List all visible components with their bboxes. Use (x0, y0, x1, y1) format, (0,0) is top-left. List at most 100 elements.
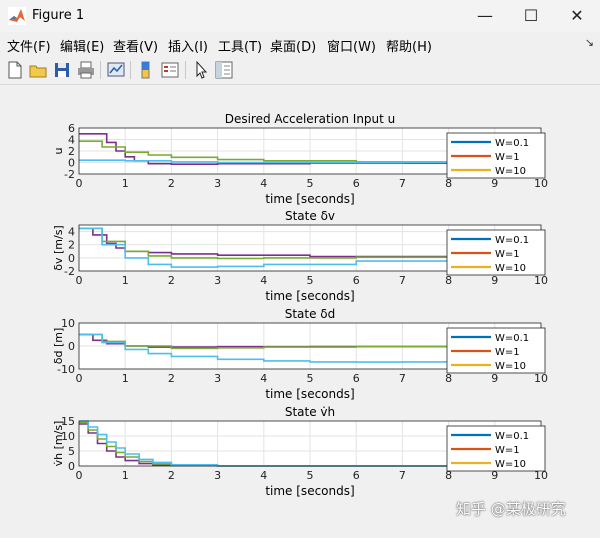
x-tick-label: 5 (307, 372, 314, 385)
menu-edit[interactable]: 编辑(E) (60, 36, 104, 55)
x-tick-label: 9 (491, 274, 498, 287)
matlab-icon (8, 7, 26, 25)
x-tick-label: 7 (399, 274, 406, 287)
menu-desktop[interactable]: 桌面(D) (270, 36, 316, 55)
x-tick-label: 1 (122, 274, 129, 287)
y-tick-label: 0 (68, 460, 75, 473)
x-tick-label: 5 (307, 274, 314, 287)
x-tick-label: 1 (122, 469, 129, 482)
legend-icon[interactable] (159, 59, 181, 81)
x-tick-label: 5 (307, 469, 314, 482)
x-tick-label: 6 (353, 177, 360, 190)
legend-entry: W=1 (495, 249, 520, 260)
x-tick-label: 4 (260, 372, 267, 385)
close-button[interactable]: ✕ (554, 0, 600, 32)
dock-arrow-icon[interactable]: ↘ (585, 36, 594, 49)
x-tick-label: 0 (76, 469, 83, 482)
plot-title: Desired Acceleration Input u (225, 112, 396, 126)
x-tick-label: 3 (214, 469, 221, 482)
y-axis-label: v̇h [m/s] (52, 421, 65, 467)
menu-view[interactable]: 查看(V) (113, 36, 158, 55)
maximize-button[interactable]: ☐ (508, 0, 554, 32)
legend-entry: W=1 (495, 347, 520, 358)
new-figure-icon[interactable] (4, 59, 26, 81)
x-tick-label: 1 (122, 177, 129, 190)
x-tick-label: 10 (534, 177, 548, 190)
x-axis-label: time [seconds] (265, 192, 354, 206)
pointer-icon[interactable] (190, 59, 212, 81)
legend-entry: W=0.1 (495, 235, 529, 246)
y-tick-label: -2 (64, 265, 75, 278)
print-icon[interactable] (75, 59, 97, 81)
link-plot-icon[interactable] (105, 59, 127, 81)
subplot-3[interactable]: 0 1 2 3 4 5 6 7 8 9 10100-10State δdtime [seconds]… (52, 307, 548, 401)
y-axis-label: δv [m/s] (52, 225, 65, 270)
menu-help[interactable]: 帮助(H) (386, 36, 432, 55)
x-tick-label: 8 (445, 274, 452, 287)
x-tick-label: 1 (122, 372, 129, 385)
x-axis-label: time [seconds] (265, 387, 354, 401)
legend-entry: W=10 (495, 361, 526, 372)
toolbar-separator (100, 61, 101, 79)
subplot-4[interactable]: 0 1 2 3 4 5 6 7 8 9 10151050State v̇htime [seconds… (52, 405, 548, 498)
legend-entry: W=10 (495, 166, 526, 177)
plot-title: State δv (285, 209, 335, 223)
minimize-button[interactable]: — (462, 0, 508, 32)
menu-bar: 文件(F) 编辑(E) 查看(V) 插入(I) 工具(T) 桌面(D) 窗口(W… (0, 32, 600, 56)
x-tick-label: 10 (534, 372, 548, 385)
menu-file[interactable]: 文件(F) (7, 36, 51, 55)
plot-title: State v̇h (285, 405, 335, 419)
menu-tools[interactable]: 工具(T) (218, 36, 262, 55)
y-tick-label: 0 (68, 340, 75, 353)
colorbar-icon[interactable] (135, 59, 157, 81)
watermark-text: 知乎 @某极研究 (456, 500, 566, 518)
x-tick-label: 3 (214, 177, 221, 190)
y-tick-label: 5 (68, 445, 75, 458)
subplot-2[interactable]: 0 1 2 3 4 5 6 7 8 9 10420-2State δvtime [seconds]δ… (52, 209, 548, 303)
x-axis-label: time [seconds] (265, 484, 354, 498)
x-tick-label: 3 (214, 274, 221, 287)
x-tick-label: 2 (168, 469, 175, 482)
y-tick-label: 0 (68, 252, 75, 265)
toolbar-separator (130, 61, 131, 79)
x-tick-label: 6 (353, 372, 360, 385)
open-file-icon[interactable] (27, 59, 49, 81)
x-tick-label: 5 (307, 177, 314, 190)
x-tick-label: 9 (491, 372, 498, 385)
toolbar-separator (185, 61, 186, 79)
x-tick-label: 4 (260, 177, 267, 190)
save-icon[interactable] (51, 59, 73, 81)
x-tick-label: 0 (76, 372, 83, 385)
x-tick-label: 4 (260, 274, 267, 287)
figure-toolbar (0, 56, 600, 85)
x-tick-label: 6 (353, 469, 360, 482)
y-tick-label: 2 (68, 239, 75, 252)
menu-insert[interactable]: 插入(I) (168, 36, 208, 55)
legend-entry: W=0.1 (495, 333, 529, 344)
x-tick-label: 8 (445, 372, 452, 385)
legend-entry: W=10 (495, 459, 526, 470)
x-tick-label: 8 (445, 177, 452, 190)
x-tick-label: 3 (214, 372, 221, 385)
legend-entry: W=1 (495, 152, 520, 163)
window-titlebar: Figure 1 — ☐ ✕ (0, 0, 600, 32)
x-tick-label: 9 (491, 177, 498, 190)
window-title: Figure 1 (32, 8, 85, 23)
y-tick-label: -2 (64, 168, 75, 181)
legend-entry: W=1 (495, 445, 520, 456)
menu-window[interactable]: 窗口(W) (327, 36, 376, 55)
x-tick-label: 10 (534, 274, 548, 287)
figure-plots[interactable]: 0 1 2 3 4 5 6 7 8 9 106420-2Desired Acceleration I… (0, 85, 600, 534)
x-tick-label: 7 (399, 177, 406, 190)
figure-canvas[interactable]: 0 1 2 3 4 5 6 7 8 9 10 6 4 2 0 -2 Desired Acceleration I… (0, 85, 600, 534)
legend-entry: W=10 (495, 263, 526, 274)
y-axis-label: δd [m] (52, 328, 65, 365)
x-tick-label: 2 (168, 274, 175, 287)
x-tick-label: 4 (260, 469, 267, 482)
x-tick-label: 6 (353, 274, 360, 287)
legend-entry: W=0.1 (495, 431, 529, 442)
subplot-1[interactable]: 0 1 2 3 4 5 6 7 8 9 106420-2Desired Acceleration I… (52, 112, 548, 206)
y-axis-label: u (52, 148, 65, 155)
property-editor-icon[interactable] (213, 59, 235, 81)
legend-entry: W=0.1 (495, 138, 529, 149)
